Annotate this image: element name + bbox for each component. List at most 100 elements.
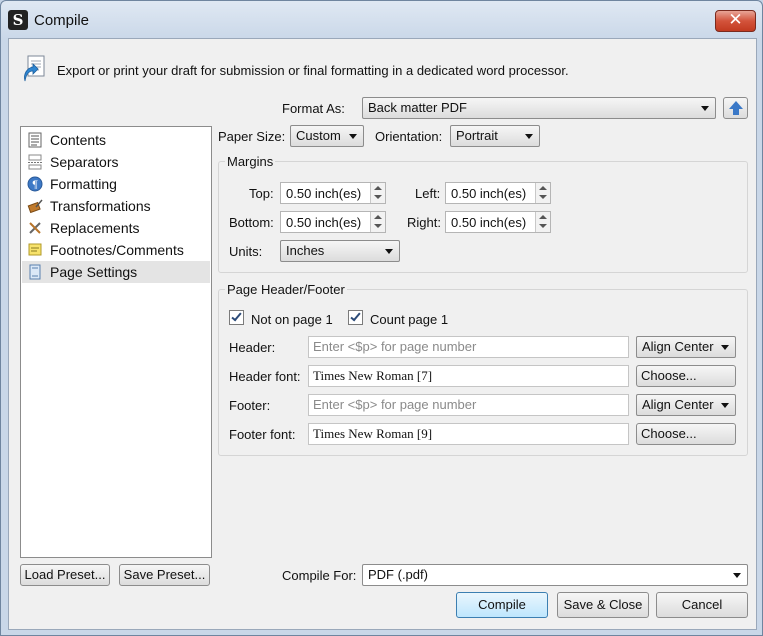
header-footer-title: Page Header/Footer — [225, 282, 347, 297]
footer-align-dropdown[interactable]: Align Center — [636, 394, 736, 416]
count-page-1-checkbox[interactable] — [348, 310, 363, 325]
sidebar-item-label: Formatting — [50, 176, 117, 192]
format-up-button[interactable] — [723, 97, 748, 119]
footer-font-choose-button[interactable]: Choose... — [636, 423, 736, 445]
footer-font-label: Footer font: — [229, 427, 296, 442]
footnotes-icon — [28, 243, 42, 256]
checkmark-icon — [350, 310, 361, 322]
right-margin-value: 0.50 inch(es) — [451, 215, 527, 230]
decrement-icon — [539, 195, 547, 199]
chevron-down-icon — [525, 134, 533, 139]
increment-icon — [374, 186, 382, 190]
header-description: Export or print your draft for submissio… — [57, 63, 569, 78]
count-page-1-label: Count page 1 — [370, 312, 449, 327]
compile-for-label: Compile For: — [282, 568, 357, 583]
top-margin-spinner[interactable]: 0.50 inch(es) — [280, 182, 386, 204]
orientation-label: Orientation: — [375, 129, 443, 144]
page-settings-icon — [29, 264, 41, 280]
contents-icon — [28, 132, 42, 148]
sidebar-item-transformations[interactable]: Transformations — [22, 195, 210, 217]
close-button[interactable]: ✕ — [715, 10, 756, 32]
sidebar-item-label: Separators — [50, 154, 119, 170]
increment-icon — [539, 215, 547, 219]
not-on-page-1-label: Not on page 1 — [251, 312, 333, 327]
right-margin-label: Right: — [407, 215, 441, 230]
header-font-choose-button[interactable]: Choose... — [636, 365, 736, 387]
compile-for-value: PDF (.pdf) — [368, 567, 428, 582]
orientation-value: Portrait — [456, 128, 498, 143]
header-font-label: Header font: — [229, 369, 301, 384]
chevron-down-icon — [385, 249, 393, 254]
margins-title: Margins — [225, 154, 276, 169]
formatting-icon: ¶ — [27, 176, 43, 192]
compile-for-dropdown[interactable]: PDF (.pdf) — [362, 564, 748, 586]
chevron-down-icon — [701, 106, 709, 111]
compile-window: S Compile ✕ Export or print your draft f… — [0, 0, 763, 636]
sidebar-item-label: Footnotes/Comments — [50, 242, 184, 258]
sidebar-item-label: Contents — [50, 132, 107, 148]
window-title: Compile — [34, 12, 90, 29]
units-dropdown[interactable]: Inches — [280, 240, 400, 262]
save-preset-button[interactable]: Save Preset... — [119, 564, 210, 586]
header-align-value: Align Center — [642, 339, 714, 354]
chevron-down-icon — [733, 573, 741, 578]
scrivener-icon: S — [8, 10, 28, 30]
footer-label: Footer: — [229, 398, 271, 413]
svg-text:¶: ¶ — [32, 180, 38, 191]
sidebar-item-replacements[interactable]: Replacements — [22, 217, 210, 239]
sidebar-item-label: Transformations — [50, 198, 151, 214]
not-on-page-1-checkbox[interactable] — [229, 310, 244, 325]
units-value: Inches — [286, 243, 325, 258]
bottom-margin-value: 0.50 inch(es) — [286, 215, 362, 230]
settings-sidebar: Contents Separators ¶ Formatting Transfo… — [20, 126, 212, 558]
footer-input[interactable]: Enter <$p> for page number — [308, 394, 629, 416]
cancel-button[interactable]: Cancel — [656, 592, 748, 618]
load-preset-button[interactable]: Load Preset... — [20, 564, 110, 586]
sidebar-item-page-settings[interactable]: Page Settings — [22, 261, 210, 283]
title-bar: S Compile ✕ — [1, 1, 762, 39]
left-margin-spinner[interactable]: 0.50 inch(es) — [445, 182, 551, 204]
header-label: Header: — [229, 340, 276, 355]
checkmark-icon — [231, 310, 242, 322]
orientation-dropdown[interactable]: Portrait — [450, 125, 540, 147]
units-label: Units: — [229, 244, 263, 259]
top-margin-label: Top: — [249, 186, 274, 201]
decrement-icon — [539, 224, 547, 228]
sidebar-item-formatting[interactable]: ¶ Formatting — [22, 173, 210, 195]
chevron-down-icon — [349, 134, 357, 139]
right-margin-spinner[interactable]: 0.50 inch(es) — [445, 211, 551, 233]
top-margin-value: 0.50 inch(es) — [286, 186, 362, 201]
bottom-margin-label: Bottom: — [229, 215, 274, 230]
sidebar-item-contents[interactable]: Contents — [22, 129, 210, 151]
left-margin-value: 0.50 inch(es) — [451, 186, 527, 201]
transformations-icon — [27, 199, 43, 214]
left-margin-label: Left: — [415, 186, 441, 201]
format-as-label: Format As: — [282, 101, 345, 116]
separators-icon — [28, 154, 42, 170]
chevron-down-icon — [721, 345, 729, 350]
footer-font-field: Times New Roman [9] — [308, 423, 629, 445]
sidebar-item-label: Replacements — [50, 220, 140, 236]
sidebar-item-footnotes-comments[interactable]: Footnotes/Comments — [22, 239, 210, 261]
replacements-icon — [29, 222, 41, 234]
sidebar-item-label: Page Settings — [50, 264, 138, 280]
bottom-margin-spinner[interactable]: 0.50 inch(es) — [280, 211, 386, 233]
format-as-dropdown[interactable]: Back matter PDF — [362, 97, 716, 119]
dialog-body: Export or print your draft for submissio… — [8, 38, 757, 630]
header-align-dropdown[interactable]: Align Center — [636, 336, 736, 358]
increment-icon — [539, 186, 547, 190]
save-close-button[interactable]: Save & Close — [557, 592, 649, 618]
compile-button[interactable]: Compile — [456, 592, 548, 618]
decrement-icon — [374, 224, 382, 228]
chevron-down-icon — [721, 403, 729, 408]
paper-size-dropdown[interactable]: Custom — [290, 125, 364, 147]
decrement-icon — [374, 195, 382, 199]
export-document-icon — [24, 55, 45, 82]
paper-size-label: Paper Size: — [218, 129, 286, 144]
sidebar-item-separators[interactable]: Separators — [22, 151, 210, 173]
footer-align-value: Align Center — [642, 397, 714, 412]
header-input[interactable]: Enter <$p> for page number — [308, 336, 629, 358]
header-font-field: Times New Roman [7] — [308, 365, 629, 387]
paper-size-value: Custom — [296, 128, 341, 143]
format-as-value: Back matter PDF — [368, 100, 467, 115]
